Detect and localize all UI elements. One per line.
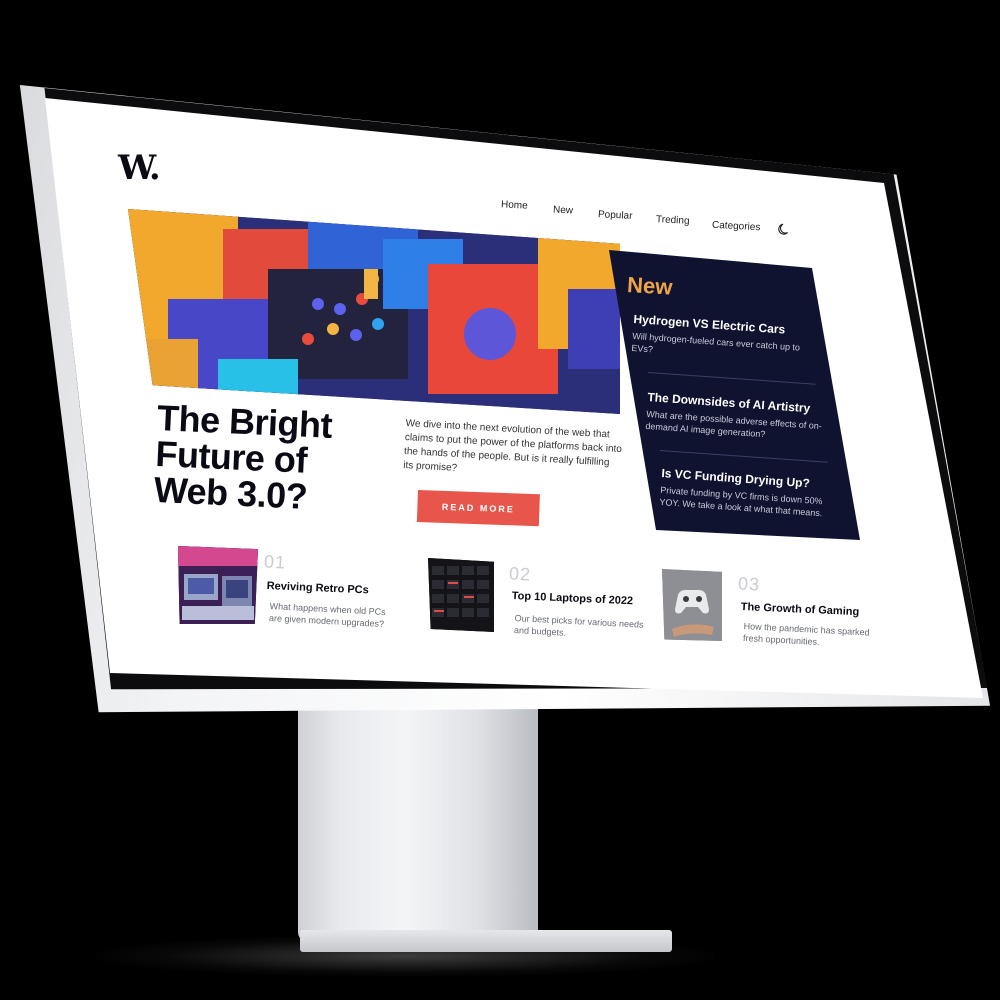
nav-categories[interactable]: Categories xyxy=(712,220,761,234)
webpage: W. Home New Popular Treding Categories T… xyxy=(45,98,983,698)
card-thumbnail-gaming[interactable] xyxy=(662,569,722,641)
nav-home[interactable]: Home xyxy=(501,199,528,211)
nav-trending[interactable]: Treding xyxy=(656,214,690,227)
card-description: Our best picks for various needs and bud… xyxy=(513,612,644,638)
hero-title: The Bright Future of Web 3.0? xyxy=(153,397,333,517)
card-title[interactable]: Top 10 Laptops of 2022 xyxy=(511,590,633,607)
hero-abstract-blocks xyxy=(128,209,620,414)
card-description: What happens when old PCs are given mode… xyxy=(268,600,386,629)
site-logo[interactable]: W. xyxy=(118,148,161,188)
retro-pc-image xyxy=(178,546,258,624)
game-controller-image xyxy=(662,569,722,641)
hero-image[interactable] xyxy=(128,209,620,414)
nav-popular[interactable]: Popular xyxy=(598,209,633,222)
card-description: How the pandemic has sparked fresh oppor… xyxy=(742,620,870,647)
moon-icon[interactable] xyxy=(778,222,792,236)
card-thumbnail-retro-pc[interactable] xyxy=(178,546,258,624)
new-panel-heading: New xyxy=(626,272,674,300)
card-title[interactable]: The Growth of Gaming xyxy=(740,601,859,618)
hero-description: We dive into the next evolution of the w… xyxy=(402,417,623,474)
card-number: 01 xyxy=(263,551,287,573)
card-title[interactable]: Reviving Retro PCs xyxy=(266,580,369,596)
monitor-screen: W. Home New Popular Treding Categories T… xyxy=(0,0,1000,1000)
card-number: 03 xyxy=(737,573,761,595)
card-number: 02 xyxy=(508,563,532,585)
nav-new[interactable]: New xyxy=(553,204,574,216)
card-thumbnail-laptop[interactable] xyxy=(428,558,494,632)
laptop-keyboard-image xyxy=(428,558,494,632)
read-more-button[interactable]: READ MORE xyxy=(416,490,540,527)
